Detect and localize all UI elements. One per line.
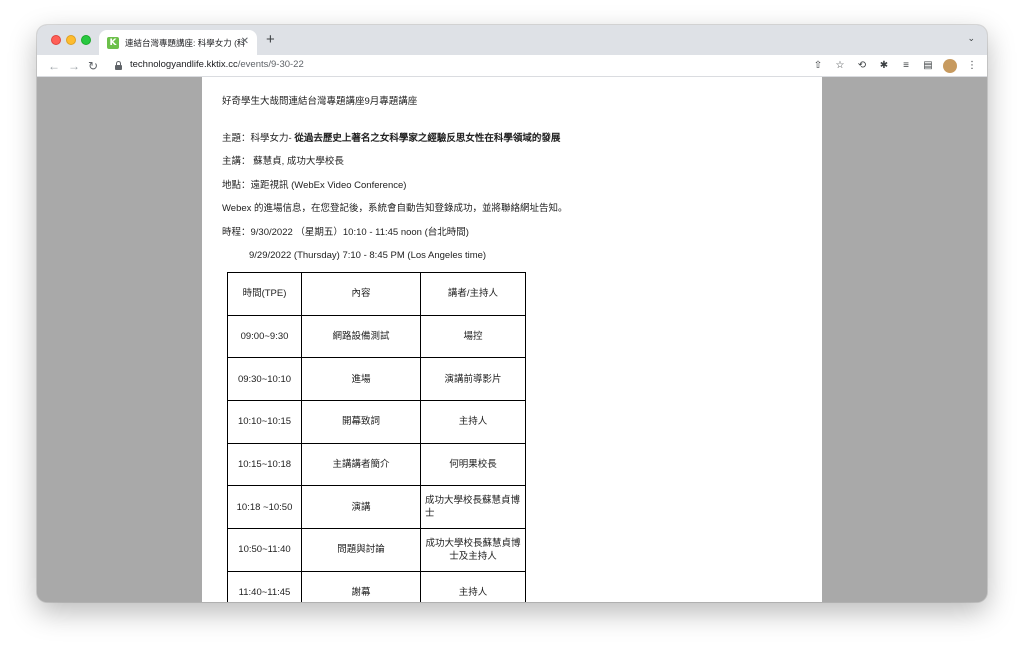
topic-title: 從過去歷史上著名之女科學家之經驗反思女性在科學領域的發展 (294, 133, 561, 144)
cell-content: 網路設備測試 (301, 314, 421, 359)
cell-time: 09:30~10:10 (227, 357, 302, 402)
cell-content: 主講講者簡介 (301, 442, 421, 487)
address-bar[interactable]: technologyandlife.kktix.cc/events/9-30-2… (130, 59, 304, 70)
cell-time: 10:18 ~10:50 (227, 485, 302, 530)
sync-icon[interactable]: ⟲ (855, 58, 869, 74)
table-row: 10:10~10:15 開幕致詞 主持人 (227, 400, 526, 444)
maximize-window-button[interactable] (81, 35, 91, 45)
cell-time: 10:50~11:40 (227, 528, 302, 572)
cell-speaker: 主持人 (420, 570, 526, 602)
table-row: 11:40~11:45 謝幕 主持人 (227, 570, 526, 602)
cell-speaker: 主持人 (420, 400, 526, 444)
page-viewport[interactable]: 好奇學生大哉問連結台灣專題講座9月專題講座 主題：科學女力- 從過去歷史上著名之… (37, 77, 987, 602)
topic-label: 主題：科學女力- (222, 133, 295, 144)
new-tab-button[interactable]: + (266, 31, 275, 49)
webex-info: Webex 的進場信息，在您登記後，系統會自動告知登錄成功，並將聯絡網址告知。 (222, 203, 568, 214)
cell-content: 問題與討論 (301, 528, 421, 572)
event-page-content: 好奇學生大哉問連結台灣專題講座9月專題講座 主題：科學女力- 從過去歷史上著名之… (202, 77, 822, 602)
tab-search-chevron-icon[interactable]: ⌄ (967, 33, 975, 44)
cell-content: 進場 (301, 357, 421, 402)
forward-arrow-icon[interactable]: → (68, 58, 80, 74)
url-path: /events/9-30-22 (237, 59, 304, 70)
cell-speaker: 場控 (420, 314, 526, 359)
url-domain: technologyandlife.kktix.cc (130, 59, 238, 70)
table-row: 09:30~10:10 進場 演講前導影片 (227, 357, 526, 402)
event-topic: 主題：科學女力- 從過去歷史上著名之女科學家之經驗反思女性在科學領域的發展 (222, 132, 822, 146)
share-icon[interactable]: ⇧ (811, 58, 825, 74)
table-row: 10:50~11:40 問題與討論 成功大學校長蘇慧貞博士及主持人 (227, 528, 526, 572)
browser-toolbar: ← → ↻ technologyandlife.kktix.cc/events/… (37, 55, 987, 77)
bookmark-star-icon[interactable]: ☆ (833, 58, 847, 74)
cell-time: 11:40~11:45 (227, 570, 302, 602)
side-panel-icon[interactable]: ▤ (921, 58, 935, 74)
cell-content: 謝幕 (301, 570, 421, 602)
cell-speaker: 演講前導影片 (420, 357, 526, 402)
cell-speaker: 成功大學校長蘇慧貞博士 (420, 485, 526, 530)
event-speaker: 主講： 蘇慧貞, 成功大學校長 (222, 156, 344, 167)
tab-close-icon[interactable]: ✕ (241, 36, 249, 47)
table-header-row: 時間(TPE) 內容 講者/主持人 (227, 272, 526, 316)
event-time-la: 9/29/2022 (Thursday) 7:10 - 8:45 PM (Los… (249, 250, 487, 261)
schedule-table: 時間(TPE) 內容 講者/主持人 09:00~9:30 網路設備測試 場控 0… (227, 272, 526, 602)
tab-bar: K 連結台灣專題講座: 科學女力 (科 ✕ + ⌄ (37, 25, 987, 55)
event-time-taipei: 時程：9/30/2022 （星期五）10:10 - 11:45 noon (台北… (222, 226, 469, 238)
cell-time: 10:10~10:15 (227, 400, 302, 444)
event-heading: 好奇學生大哉問連結台灣專題講座9月專題講座 (222, 96, 418, 107)
cell-time: 09:00~9:30 (227, 314, 302, 359)
cell-content: 開幕致詞 (301, 400, 421, 444)
toolbar-actions: ⇧ ☆ ⟲ ✱ ≡ ▤ ⋮ (811, 58, 979, 74)
browser-window: K 連結台灣專題講座: 科學女力 (科 ✕ + ⌄ ← → ↻ technolo… (37, 25, 987, 602)
header-time: 時間(TPE) (227, 272, 302, 316)
header-content: 內容 (301, 272, 421, 316)
cell-content: 演講 (301, 485, 421, 530)
close-window-button[interactable] (51, 35, 61, 45)
table-row: 09:00~9:30 網路設備測試 場控 (227, 314, 526, 359)
kktix-favicon-icon: K (107, 36, 119, 49)
cell-time: 10:15~10:18 (227, 442, 302, 487)
lock-icon[interactable] (115, 61, 122, 70)
profile-avatar[interactable] (943, 59, 957, 73)
active-tab[interactable]: K 連結台灣專題講座: 科學女力 (科 ✕ (99, 30, 257, 55)
back-arrow-icon[interactable]: ← (48, 58, 60, 74)
cell-speaker: 成功大學校長蘇慧貞博士及主持人 (420, 528, 526, 572)
media-queue-icon[interactable]: ≡ (899, 58, 913, 74)
cell-speaker: 何明果校長 (420, 442, 526, 487)
reload-icon[interactable]: ↻ (88, 58, 98, 74)
menu-kebab-icon[interactable]: ⋮ (965, 58, 979, 74)
extensions-puzzle-icon[interactable]: ✱ (877, 58, 891, 74)
table-row: 10:18 ~10:50 演講 成功大學校長蘇慧貞博士 (227, 485, 526, 530)
table-row: 10:15~10:18 主講講者簡介 何明果校長 (227, 442, 526, 487)
event-location: 地點：遠距視訊 (WebEx Video Conference) (222, 179, 407, 191)
tab-title: 連結台灣專題講座: 科學女力 (科 (125, 37, 245, 48)
header-speaker: 講者/主持人 (420, 272, 526, 316)
minimize-window-button[interactable] (66, 35, 76, 45)
